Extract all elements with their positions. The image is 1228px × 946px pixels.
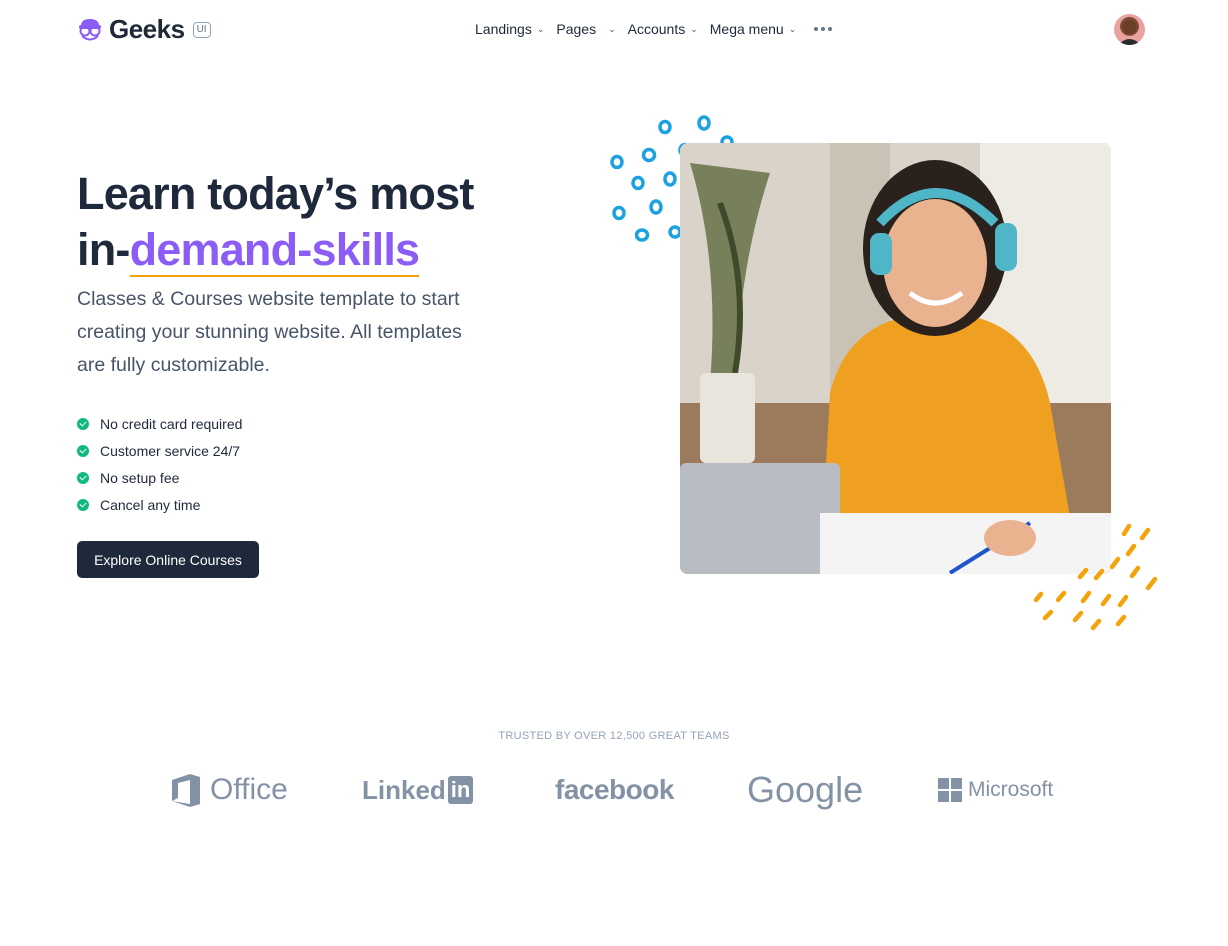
feature-label: No credit card required [100,415,243,432]
chevron-down-icon: ⌄ [690,23,698,34]
menu-item-accounts[interactable]: Accounts ⌄ [628,21,698,37]
office-logo-text: Office [210,773,288,806]
feature-label: No setup fee [100,469,180,486]
user-avatar[interactable] [1114,14,1145,45]
feature-item: No credit card required [77,410,242,437]
feature-label: Cancel any time [100,496,201,513]
menu-item-mega-menu[interactable]: Mega menu ⌄ [710,21,796,37]
geek-mascot-icon [79,18,101,40]
hero-title-line1: Learn today’s most [77,168,474,219]
chevron-down-icon: ⌄ [608,23,616,34]
feature-item: Customer service 24/7 [77,437,242,464]
feature-list: No credit card required Customer service… [77,410,242,518]
linkedin-logo-text: Linked [362,774,446,805]
main-menu: Landings ⌄ Pages ⌄ Accounts ⌄ Mega menu … [475,21,833,37]
check-circle-icon [77,444,89,457]
google-logo-text: Google [747,769,864,810]
microsoft-windows-icon [938,778,962,802]
student-illustration [680,143,1111,574]
check-circle-icon [77,471,89,484]
menu-item-landings[interactable]: Landings ⌄ [475,21,544,37]
microsoft-logo: Microsoft [938,765,1053,815]
explore-courses-button[interactable]: Explore Online Courses [77,541,259,578]
hero-subtitle: Classes & Courses website template to st… [77,288,462,376]
feature-item: No setup fee [77,464,242,491]
facebook-logo: facebook [555,765,674,815]
more-options-icon[interactable] [814,27,833,31]
orange-dashes-decoration [1033,523,1158,631]
google-logo: Google [747,765,863,815]
menu-item-label: Mega menu [709,21,784,37]
chevron-down-icon: ⌄ [536,23,545,34]
check-circle-icon [77,417,89,430]
partner-logos: Office Linked in facebook Google Microso… [0,765,1228,815]
linkedin-logo-box: in [447,776,474,804]
hero-photo-student-with-headphones [680,143,1111,574]
menu-item-label: Accounts [627,21,686,37]
check-circle-icon [77,498,89,511]
brand-logo-link[interactable]: Geeks UI [77,14,211,45]
office-icon [172,773,200,807]
facebook-logo-text: facebook [555,774,674,805]
office-logo: Office [170,765,288,815]
chevron-down-icon: ⌄ [788,23,797,34]
feature-label: Customer service 24/7 [100,442,241,459]
menu-item-label: Landings [475,21,532,37]
brand-badge: UI [192,21,211,38]
feature-item: Cancel any time [77,491,242,518]
menu-item-pages[interactable]: Pages ⌄ [556,21,615,37]
microsoft-logo-text: Microsoft [968,778,1054,801]
hero-title: Learn today’s most in-demand-skills [77,166,474,278]
brand-name: Geeks [109,14,185,44]
person-icon [1118,20,1141,45]
top-navbar: Geeks UI Landings ⌄ Pages ⌄ Accounts ⌄ M… [0,0,1228,60]
hero-title-prefix: in- [77,224,130,275]
trusted-heading: TRUSTED BY OVER 12,500 GREAT TEAMS [498,730,730,742]
menu-item-label: Pages [556,21,597,37]
hero-title-accent: demand-skills [129,224,420,277]
linkedin-logo: Linked in [362,765,474,815]
